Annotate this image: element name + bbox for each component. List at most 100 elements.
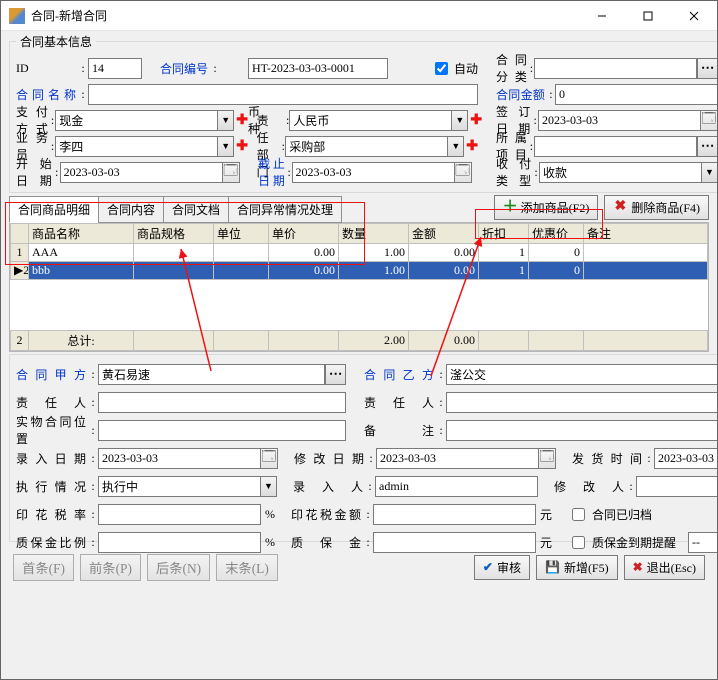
modify-by-field[interactable] (636, 476, 717, 497)
resp-b-field[interactable] (446, 392, 717, 413)
app-icon (9, 8, 25, 24)
physical-loc-field[interactable] (98, 420, 346, 441)
lower-info-panel: 合同甲方: ⋯ 合同乙方: ⋯ 责 任 人: 责 任 人: (9, 354, 717, 542)
stamp-rate-field[interactable] (98, 504, 261, 525)
exec-status-field[interactable] (98, 476, 260, 497)
first-button[interactable]: 首条(F) (13, 554, 74, 581)
plus-icon[interactable]: ✚ (236, 138, 248, 155)
plus-icon[interactable]: ✚ (236, 112, 248, 129)
party-a-picker[interactable]: ⋯ (325, 364, 346, 385)
id-field[interactable] (88, 58, 142, 79)
calendar-icon[interactable]: 🗔 (700, 110, 717, 131)
col-amount[interactable]: 金额 (409, 224, 479, 244)
collect-type-field[interactable] (539, 162, 701, 183)
pay-method-field[interactable] (55, 110, 217, 131)
col-spec[interactable]: 商品规格 (134, 224, 214, 244)
label-auto: 自动 (454, 60, 478, 77)
salesman-field[interactable] (55, 136, 217, 157)
tab-bar: 合同商品明细 合同内容 合同文档 合同异常情况处理 ＋ 添加商品(F2) ✖ 删… (9, 195, 709, 222)
col-price[interactable]: 单价 (269, 224, 339, 244)
maximize-button[interactable] (625, 1, 671, 31)
label-resp-b: 责 任 人 (364, 394, 436, 411)
col-name[interactable]: 商品名称 (29, 224, 134, 244)
stamp-amount-field[interactable] (373, 504, 536, 525)
check-icon: ✔ (483, 560, 493, 575)
tab-docs[interactable]: 合同文档 (163, 196, 229, 223)
label-start-date: 开始日期 (16, 155, 54, 189)
label-resp-a: 责 任 人 (16, 394, 88, 411)
plus-icon[interactable]: ✚ (466, 138, 478, 155)
label-modify-by: 修 改 人 (554, 478, 626, 495)
new-button[interactable]: 💾 新增(F5) (536, 555, 618, 580)
deposit-remind-date[interactable] (688, 532, 717, 553)
label-amount: 合同金额 (496, 86, 547, 103)
sign-date-field[interactable] (538, 110, 700, 131)
category-picker-button[interactable]: ⋯ (697, 58, 717, 79)
start-date-field[interactable] (60, 162, 222, 183)
audit-button[interactable]: ✔ 审核 (474, 555, 530, 580)
next-button[interactable]: 后条(N) (147, 554, 210, 581)
amount-field[interactable] (555, 84, 717, 105)
entry-by-field[interactable] (375, 476, 538, 497)
col-coupon[interactable]: 优惠价 (529, 224, 584, 244)
label-deposit-ratio: 质保金比例 (16, 534, 88, 551)
close-button[interactable] (671, 1, 717, 31)
collect-type-dropdown[interactable]: ▼ (701, 162, 717, 183)
minimize-button[interactable] (579, 1, 625, 31)
remark-field[interactable] (446, 420, 717, 441)
deposit-field[interactable] (373, 532, 536, 553)
tab-exceptions[interactable]: 合同异常情况处理 (228, 196, 342, 223)
tab-content[interactable]: 合同内容 (98, 196, 164, 223)
party-b-field[interactable] (446, 364, 717, 385)
delete-product-button[interactable]: ✖ 删除商品(F4) (604, 195, 709, 220)
pay-method-dropdown[interactable]: ▼ (217, 110, 234, 131)
grid-total-row: 2 总计: 2.00 0.00 (11, 331, 708, 351)
add-product-button[interactable]: ＋ 添加商品(F2) (494, 195, 599, 220)
deposit-ratio-field[interactable] (98, 532, 261, 553)
calendar-icon[interactable]: 🗔 (222, 162, 240, 183)
dept-field[interactable] (285, 136, 447, 157)
auto-checkbox[interactable] (435, 62, 448, 75)
table-row[interactable]: 1 AAA 0.001.00 0.001 0 (11, 244, 708, 262)
category-field[interactable] (534, 58, 697, 79)
add-product-label: 添加商品(F2) (521, 199, 590, 216)
label-ship-date: 发货时间 (572, 450, 644, 467)
window-title: 合同-新增合同 (31, 7, 579, 24)
table-row[interactable]: ▶2 bbb 0.001.00 0.001 0 (11, 262, 708, 280)
calendar-icon[interactable]: 🗔 (454, 162, 472, 183)
exit-button[interactable]: ✖ 退出(Esc) (624, 555, 705, 580)
party-a-field[interactable] (98, 364, 325, 385)
dept-dropdown[interactable]: ▼ (447, 136, 464, 157)
label-physical-loc: 实物合同位置 (16, 413, 88, 447)
calendar-icon[interactable]: 🗔 (260, 448, 278, 469)
col-qty[interactable]: 数量 (339, 224, 409, 244)
archived-checkbox[interactable] (572, 508, 585, 521)
salesman-dropdown[interactable]: ▼ (217, 136, 234, 157)
product-grid: 商品名称 商品规格 单位 单价 数量 金额 折扣 优惠价 备注 1 AAA 0.… (9, 222, 709, 352)
ship-date-field[interactable] (654, 448, 717, 469)
col-remark[interactable]: 备注 (584, 224, 708, 244)
deposit-remind-checkbox[interactable] (572, 536, 585, 549)
project-picker-button[interactable]: ⋯ (697, 136, 717, 157)
label-entry-date: 录入日期 (16, 450, 88, 467)
prev-button[interactable]: 前条(P) (80, 554, 141, 581)
contract-no-field[interactable] (248, 58, 388, 79)
name-field[interactable] (88, 84, 478, 105)
plus-icon: ＋ (503, 201, 517, 215)
label-contract-no: 合同编号 (160, 60, 210, 77)
modify-date-field[interactable] (376, 448, 538, 469)
label-modify-date: 修改日期 (294, 450, 366, 467)
calendar-icon[interactable]: 🗔 (538, 448, 556, 469)
exec-status-dropdown[interactable]: ▼ (260, 476, 277, 497)
basic-info-title: 合同基本信息 (16, 33, 96, 50)
delete-product-label: 删除商品(F4) (631, 199, 700, 216)
project-field[interactable] (534, 136, 697, 157)
col-discount[interactable]: 折扣 (479, 224, 529, 244)
tab-product-detail[interactable]: 合同商品明细 (9, 196, 99, 223)
end-date-field[interactable] (292, 162, 454, 183)
last-button[interactable]: 末条(L) (216, 554, 278, 581)
entry-date-field[interactable] (98, 448, 260, 469)
resp-a-field[interactable] (98, 392, 346, 413)
label-category: 合同分类 (496, 51, 529, 85)
col-unit[interactable]: 单位 (214, 224, 269, 244)
